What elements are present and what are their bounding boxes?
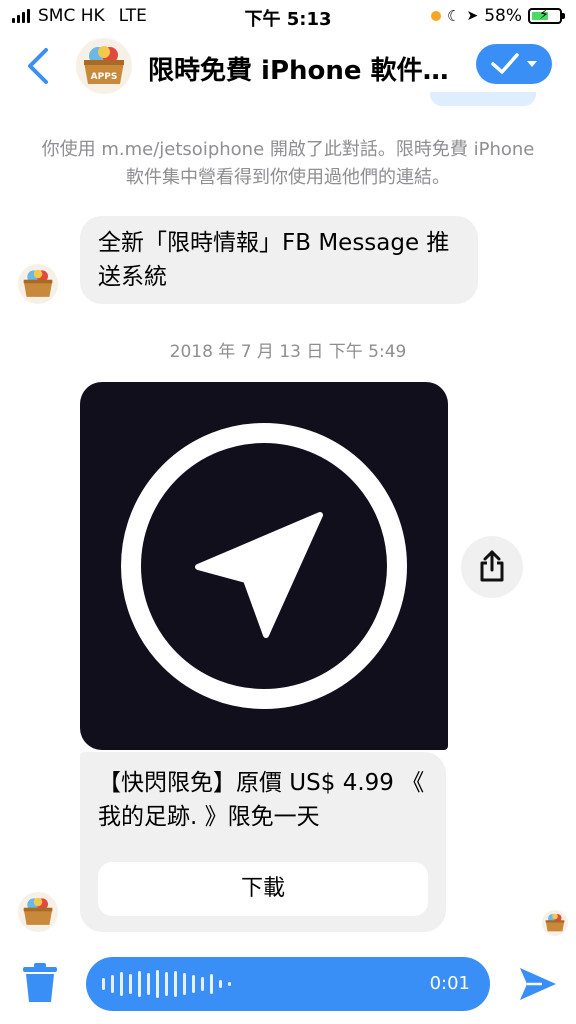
battery-icon: ⚡ [528,7,565,24]
battery-percent: 58% [484,6,522,26]
message-bubble[interactable]: 全新「限時情報」FB Message 推送系統 [80,216,478,304]
page-avatar[interactable]: APPS [76,38,132,94]
send-icon[interactable] [518,964,558,1004]
avatar-label: APPS [91,72,118,82]
message-timestamp: 2018 年 7 月 13 日 下午 5:49 [169,342,407,362]
trash-icon[interactable] [20,962,60,1004]
card-text: 【快閃限免】原價 US$ 4.99 《 我的足跡. 》限免一天 [98,770,425,830]
subscribe-button[interactable] [476,44,552,84]
checkmark-icon [491,53,537,74]
status-bar: SMC HK LTE 下午 5:13 ☾ ➤ 58% ⚡ [0,0,576,34]
chat-header: APPS 限時免費 iPhone 軟件集中營 [0,34,576,98]
sender-avatar[interactable] [18,892,58,932]
location-icon: ➤ [466,8,479,24]
status-right: ☾ ➤ 58% ⚡ [431,6,565,26]
previous-message-edge [430,92,536,106]
chat-title[interactable]: 限時免費 iPhone 軟件集中營 [148,50,468,87]
download-button[interactable]: 下載 [98,862,428,916]
navigation-arrow-icon [121,423,407,709]
conversation-info: 你使用 m.me/jetsoiphone 開啟了此對話。限時免費 iPhone … [41,139,535,188]
share-button[interactable] [461,536,523,598]
moon-icon: ☾ [447,7,461,25]
voice-duration: 0:01 [429,973,470,994]
recording-dot-icon [431,11,442,21]
card-image[interactable] [80,382,448,750]
waveform [102,957,231,1011]
share-icon [480,550,504,582]
sender-avatar[interactable] [18,264,58,304]
card-body: 【快閃限免】原價 US$ 4.99 《 我的足跡. 》限免一天 下載 [80,752,446,932]
voice-recording-bar[interactable]: 0:01 [86,957,490,1011]
back-chevron-icon[interactable] [24,46,52,86]
seen-avatar [542,910,568,936]
